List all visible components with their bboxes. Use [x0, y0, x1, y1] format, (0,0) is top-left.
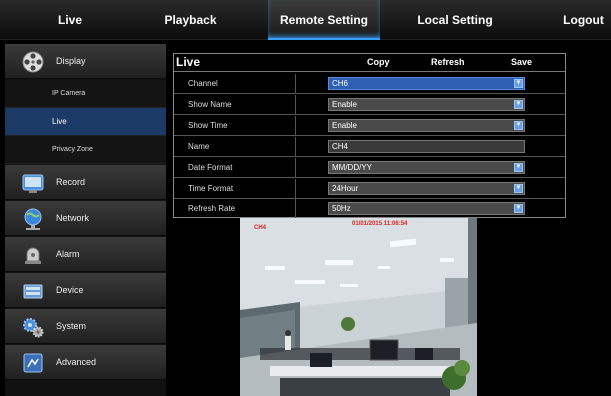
sidebar-subitem-label: Privacy Zone — [52, 146, 93, 153]
sidebar-subitem-ip-camera[interactable]: IP Camera — [5, 80, 166, 108]
setting-row-channel: Channel CH6 ▼ — [174, 74, 565, 94]
sidebar-item-label: Device — [56, 285, 84, 295]
sidebar-item-system[interactable]: System — [5, 309, 166, 344]
chevron-down-icon: ▼ — [514, 184, 523, 193]
name-field[interactable]: CH4 — [328, 140, 525, 153]
setting-row-name: Name CH4 — [174, 137, 565, 157]
select-value: Enable — [332, 121, 357, 130]
setting-row-show-name: Show Name Enable ▼ — [174, 95, 565, 115]
show-name-select[interactable]: Enable ▼ — [328, 98, 525, 111]
sidebar-item-record[interactable]: Record — [5, 165, 166, 200]
copy-button[interactable]: Copy — [367, 57, 390, 67]
tab-playback[interactable]: Playback — [143, 0, 238, 40]
panel-header: Live Copy Refresh Save — [174, 54, 565, 72]
sidebar-item-device[interactable]: Device — [5, 273, 166, 308]
setting-label: Name — [188, 142, 210, 151]
sidebar-item-advanced[interactable]: Advanced — [5, 345, 166, 380]
setting-row-refresh-rate: Refresh Rate 50Hz ▼ — [174, 199, 565, 219]
select-value: 24Hour — [332, 184, 359, 193]
sidebar-item-label: System — [56, 321, 87, 331]
channel-select[interactable]: CH6 ▼ — [328, 77, 525, 90]
gears-icon — [23, 318, 44, 338]
setting-label: Show Name — [188, 100, 232, 109]
film-reel-icon — [22, 51, 44, 73]
row-divider — [295, 116, 296, 136]
sidebar-item-label: Advanced — [56, 357, 97, 367]
tab-live[interactable]: Live — [20, 0, 120, 40]
setting-label: Time Format — [188, 184, 234, 193]
row-divider — [295, 199, 296, 219]
sidebar-item-network[interactable]: Network — [5, 201, 166, 236]
panel-title: Live — [176, 55, 201, 69]
refresh-rate-select[interactable]: 50Hz ▼ — [328, 202, 525, 215]
setting-label: Channel — [188, 79, 218, 88]
video-camera-icon — [22, 174, 44, 193]
sidebar: Display IP Camera Live Privacy Zone Reco… — [5, 44, 166, 396]
time-format-select[interactable]: 24Hour ▼ — [328, 182, 525, 195]
alarm-siren-icon — [25, 247, 41, 264]
chevron-down-icon: ▼ — [514, 204, 523, 213]
timestamp-osd: 01/01/2015 11:06:54 — [352, 221, 408, 227]
channel-osd: CH4 — [254, 225, 267, 231]
row-divider — [295, 74, 296, 94]
sidebar-subitem-label: IP Camera — [52, 90, 86, 97]
sidebar-item-label: Network — [56, 213, 90, 223]
sidebar-item-label: Alarm — [56, 249, 80, 259]
sidebar-subitem-label: Live — [52, 117, 67, 126]
setting-label: Date Format — [188, 163, 233, 172]
chevron-down-icon: ▼ — [514, 163, 523, 172]
select-value: 50Hz — [332, 204, 351, 213]
chevron-down-icon: ▼ — [514, 100, 523, 109]
sidebar-item-alarm[interactable]: Alarm — [5, 237, 166, 272]
show-time-select[interactable]: Enable ▼ — [328, 119, 525, 132]
setting-row-show-time: Show Time Enable ▼ — [174, 116, 565, 136]
tab-local-setting[interactable]: Local Setting — [400, 0, 510, 40]
hard-drive-icon — [23, 284, 43, 299]
select-value: CH6 — [332, 79, 349, 88]
select-value: Enable — [332, 100, 357, 109]
setting-label: Refresh Rate — [188, 204, 236, 213]
top-nav-bar: Live Playback Remote Setting Local Setti… — [0, 0, 611, 40]
sidebar-item-label: Display — [56, 56, 86, 66]
row-divider — [295, 179, 296, 199]
setting-label: Show Time — [188, 121, 228, 130]
office-scene-image — [240, 218, 477, 396]
tab-remote-setting[interactable]: Remote Setting — [268, 0, 380, 40]
camera-preview[interactable]: CH4 01/01/2015 11:06:54 — [240, 218, 477, 396]
date-format-select[interactable]: MM/DD/YY ▼ — [328, 161, 525, 174]
sidebar-item-label: Record — [56, 177, 86, 187]
row-divider — [295, 158, 296, 178]
chevron-down-icon: ▼ — [514, 121, 523, 130]
row-divider — [295, 137, 296, 157]
live-settings-panel: Live Copy Refresh Save Channel CH6 ▼ Sho… — [173, 53, 566, 219]
setting-row-time-format: Time Format 24Hour ▼ — [174, 179, 565, 199]
sidebar-item-display[interactable]: Display — [5, 44, 166, 79]
select-value: MM/DD/YY — [332, 163, 372, 172]
tab-logout[interactable]: Logout — [556, 0, 611, 40]
save-button[interactable]: Save — [511, 57, 532, 67]
sidebar-subitem-live[interactable]: Live — [5, 108, 166, 136]
chevron-down-icon: ▼ — [514, 79, 523, 88]
refresh-button[interactable]: Refresh — [431, 57, 465, 67]
sidebar-subitem-privacy-zone[interactable]: Privacy Zone — [5, 136, 166, 164]
advanced-settings-icon — [23, 353, 43, 373]
globe-network-icon — [24, 208, 42, 230]
setting-row-date-format: Date Format MM/DD/YY ▼ — [174, 158, 565, 178]
row-divider — [295, 95, 296, 115]
